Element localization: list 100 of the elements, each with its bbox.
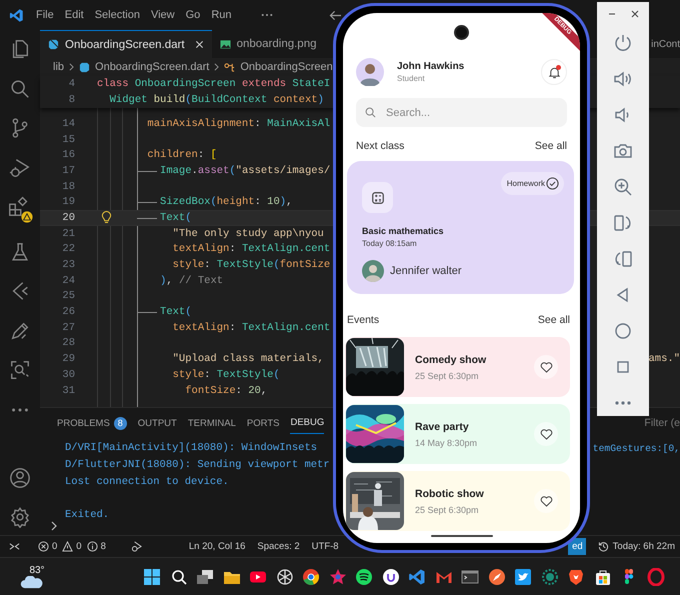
event-card[interactable]: Robotic show 25 Sept 6:30pm [345, 471, 570, 531]
search-field[interactable]: Search... [356, 98, 567, 127]
breadcrumb-item[interactable]: lib [53, 61, 64, 73]
more-icon[interactable] [260, 13, 272, 17]
home-icon[interactable] [613, 321, 633, 341]
panel-tab[interactable]: TERMINAL [188, 412, 236, 434]
line-number: 20 [61, 212, 75, 224]
temperature[interactable]: 83° [29, 564, 45, 576]
error-count[interactable]: 0 [52, 541, 58, 552]
search-icon[interactable] [170, 568, 188, 586]
search-icon [365, 107, 376, 118]
event-card[interactable]: Rave party 14 May 8:30pm [345, 404, 570, 464]
event-card[interactable]: Comedy show 25 Sept 6:30pm [345, 337, 570, 397]
output-line: D/FlutterJNI(18080): Sending viewport metr [65, 459, 330, 472]
homework-chip[interactable]: Homework [500, 172, 564, 195]
sound-waves-icon[interactable] [355, 568, 373, 586]
bag-icon[interactable] [594, 568, 612, 586]
terminal-icon[interactable] [461, 568, 479, 586]
editor-tab[interactable]: onboarding.png [212, 30, 324, 58]
encoding[interactable]: UTF-8 [312, 541, 339, 552]
time-tracker[interactable]: Today: 6h 22m [612, 541, 675, 552]
cursor-position[interactable]: Ln 20, Col 16 [188, 541, 246, 552]
stacked-windows-icon[interactable] [196, 568, 214, 586]
line-number: 28 [61, 337, 75, 350]
code-line: class OnboardingScreen extends StateI [97, 78, 330, 90]
shield-icon[interactable] [567, 568, 585, 586]
notification-button[interactable] [541, 59, 567, 85]
remote-icon[interactable] [9, 541, 20, 552]
panel-tab[interactable]: PROBLEMS 8 [57, 412, 127, 434]
filter-field[interactable]: Filter (e [644, 417, 680, 429]
editor-tab[interactable]: OnboardingScreen.dart [40, 30, 212, 58]
panel-tab[interactable]: OUTPUT [138, 412, 177, 434]
line-number: 4 [68, 78, 75, 90]
line-number: 14 [61, 118, 75, 130]
event-date: 25 Sept 6:30pm [415, 504, 480, 514]
history-icon[interactable] [598, 541, 609, 552]
bird-square-icon[interactable] [514, 568, 532, 586]
code-line: style: TextStyle(fontSize [172, 259, 330, 272]
rotate-left-icon[interactable] [613, 249, 633, 269]
flask-icon[interactable] [9, 240, 31, 262]
ribbon-icon[interactable] [408, 568, 426, 586]
class-symbol-icon [224, 62, 236, 72]
favorite-button[interactable] [534, 355, 558, 379]
extensions-icon[interactable] [7, 196, 33, 223]
check-circle-icon [546, 177, 559, 190]
warning-count[interactable]: 0 [76, 541, 82, 552]
code-line: mainAxisAlignment: MainAxisAl [147, 118, 330, 130]
favorite-button[interactable] [534, 489, 558, 513]
editor-tab[interactable]: inCont [651, 30, 680, 58]
settings-icon[interactable] [9, 506, 31, 528]
info-icon[interactable] [86, 541, 98, 552]
grid-icon[interactable] [143, 568, 161, 586]
menu-item[interactable]: Go [186, 9, 200, 21]
compass-icon[interactable] [488, 568, 506, 586]
code-line: Text( [160, 212, 192, 224]
run-debug-icon[interactable] [9, 156, 31, 178]
code-line: children: [ [147, 149, 217, 162]
heart-icon [540, 496, 552, 506]
user-role: Student [397, 74, 426, 83]
menu-item[interactable]: View [150, 9, 175, 21]
indentation[interactable]: Spaces: 2 [257, 541, 300, 552]
class-title: Basic mathematics [362, 226, 445, 236]
dart-file-icon [48, 39, 59, 50]
circle-icon[interactable] [382, 568, 400, 586]
power-icon[interactable] [613, 33, 633, 53]
panel-tab[interactable]: PORTS [246, 412, 280, 434]
back-arrow-icon[interactable] [328, 10, 342, 20]
account-icon[interactable] [9, 466, 31, 488]
globe-icon[interactable] [302, 568, 320, 586]
lightbulb-icon[interactable] [101, 211, 112, 224]
panel-tab[interactable]: DEBUG [290, 412, 324, 434]
breadcrumb-item[interactable]: OnboardingScreen.dart [95, 61, 210, 73]
volume-up-icon[interactable] [613, 69, 633, 89]
see-all-link[interactable]: See all [538, 314, 570, 326]
line-number: 8 [68, 94, 75, 106]
status-item[interactable]: ed [568, 538, 586, 555]
menu-item[interactable]: Edit [64, 9, 84, 21]
cloud-icon[interactable] [20, 576, 44, 588]
rotate-right-icon[interactable] [613, 213, 633, 233]
ring-icon[interactable] [540, 568, 558, 586]
run-debug-icon[interactable] [130, 541, 142, 552]
favorite-button[interactable] [534, 422, 558, 446]
menu-item[interactable]: File [36, 9, 54, 21]
scan-icon[interactable] [9, 359, 31, 381]
line-number: 23 [61, 259, 75, 272]
oval-ring-icon[interactable] [646, 568, 664, 586]
star-icon[interactable] [328, 568, 346, 586]
zoom-in-icon[interactable] [613, 177, 633, 197]
heart-icon [540, 428, 552, 440]
close-icon[interactable] [630, 9, 640, 19]
info-count[interactable]: 8 [100, 541, 106, 552]
breadcrumb-item[interactable]: OnboardingScreen [240, 61, 333, 73]
class-card[interactable]: Homework Basic mathematics Today 08:15am Jennifer walter [347, 161, 574, 294]
menu-item[interactable]: Selection [94, 9, 140, 21]
warning-icon[interactable] [62, 541, 74, 552]
error-icon[interactable] [38, 541, 49, 552]
event-title: Comedy show [415, 354, 488, 366]
prompt-chevron-icon [51, 521, 57, 531]
see-all-link[interactable]: See all [534, 140, 567, 152]
menu-item[interactable]: Run [211, 9, 232, 21]
